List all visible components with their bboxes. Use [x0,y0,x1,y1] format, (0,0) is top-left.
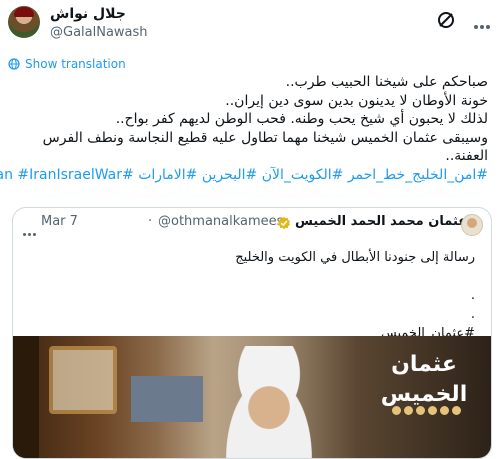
show-translation-link[interactable]: Show translation [8,57,126,71]
quoted-author-avatar[interactable] [461,214,483,236]
quoted-author-name[interactable]: د. عثمان محمد الحمد الخميس [295,214,483,229]
background-window [49,346,117,414]
tweet-line: لذلك لا يحبون أي شيخ يحب وطنه. فحب الوطن… [115,111,488,127]
tweet-text: صباحكم على شيخنا الحبيب طرب.. خونة الأوط… [0,73,488,185]
separator-dot: · [148,214,153,229]
quoted-tweet[interactable]: Mar 7 · @othmanalkamees د. عثمان محمد ال… [12,207,492,459]
author-display-name[interactable]: جلال نواش [50,6,126,22]
author-handle[interactable]: @GalalNawash [50,25,148,40]
social-icon [391,406,401,415]
background-screen [131,376,203,422]
quoted-line: رسالة إلى جنودنا الأبطال في الكويت والخل… [235,250,475,265]
quoted-tweet-text: رسالة إلى جنودنا الأبطال في الكويت والخل… [35,248,475,343]
quoted-line: . [470,288,475,303]
social-icon [427,406,437,415]
more-options-icon[interactable] [474,14,494,29]
social-icon [439,406,449,415]
grok-icon[interactable] [436,10,456,30]
quoted-video-thumbnail[interactable]: عثمان الخميس [13,336,491,458]
tweet-line: صباحكم على شيخنا الحبيب طرب.. [285,74,488,90]
speaker-figure [209,346,329,458]
social-icon [415,406,425,415]
more-options-icon[interactable] [23,221,38,240]
tweet-line: وسيبقى عثمان الخميس شيخنا مهما تطاول علي… [42,129,488,146]
show-translation-label: Show translation [25,57,126,71]
tweet-line: خونة الأوطان لا يدينون بدين سوى دين إيرا… [225,92,488,109]
social-icon [403,406,413,415]
channel-logo: عثمان الخميس [380,352,468,407]
social-icons-row [383,406,469,416]
quoted-tweet-date[interactable]: Mar 7 [41,214,78,229]
tweet-hashtags[interactable]: #امن_الخليج_خط_احمر #الكويت_الآن #البحري… [0,166,488,185]
verified-badge-icon [278,216,290,230]
quoted-tweet-header: Mar 7 · @othmanalkamees د. عثمان محمد ال… [13,208,491,238]
background-pillar [13,336,39,458]
quoted-line [35,267,475,286]
quoted-author-handle[interactable]: @othmanalkamees [158,214,283,229]
social-icon [451,406,461,415]
quoted-line: . [470,307,475,322]
tweet-line: العفنة.. [445,148,488,164]
author-avatar[interactable] [8,6,40,38]
globe-icon [8,58,20,70]
